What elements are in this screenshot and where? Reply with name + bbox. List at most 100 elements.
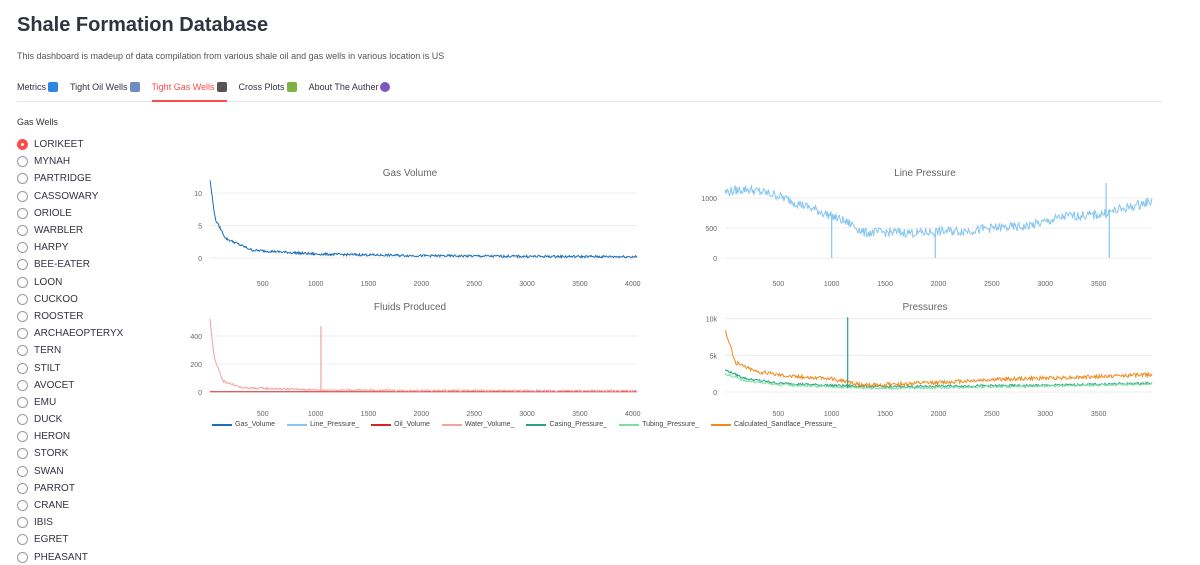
legend-item[interactable]: Calculated_Sandface_Pressure_ xyxy=(711,421,836,428)
radio-button[interactable] xyxy=(17,328,28,340)
legend-label: Oil_Volume xyxy=(394,421,430,428)
y-tick-label: 0 xyxy=(198,256,202,263)
legend-label: Calculated_Sandface_Pressure_ xyxy=(734,421,837,428)
radio-option-lorikeet[interactable]: LORIKEET xyxy=(17,136,123,153)
radio-label: ARCHAEOPTERYX xyxy=(34,328,124,340)
radio-button[interactable] xyxy=(17,242,28,254)
radio-option-emu[interactable]: EMU xyxy=(17,394,123,411)
x-tick-label: 1000 xyxy=(824,281,840,288)
radio-button[interactable] xyxy=(17,345,28,357)
radio-label: HARPY xyxy=(34,242,69,254)
radio-option-rooster[interactable]: ROOSTER xyxy=(17,308,123,325)
radio-option-harpy[interactable]: HARPY xyxy=(17,239,123,256)
radio-option-avocet[interactable]: AVOCET xyxy=(17,377,123,394)
radio-option-ibis[interactable]: IBIS xyxy=(17,514,123,531)
radio-button[interactable] xyxy=(17,207,28,219)
radio-option-parrot[interactable]: PARROT xyxy=(17,480,123,497)
radio-button[interactable] xyxy=(17,465,28,477)
radio-option-mynah[interactable]: MYNAH xyxy=(17,153,123,170)
radio-option-duck[interactable]: DUCK xyxy=(17,411,123,428)
tab-cross-plots[interactable]: Cross Plots xyxy=(239,78,297,102)
radio-button[interactable] xyxy=(17,379,28,391)
tab-tight-oil-wells[interactable]: Tight Oil Wells xyxy=(70,78,140,102)
radio-option-cassowary[interactable]: CASSOWARY xyxy=(17,188,123,205)
legend-swatch xyxy=(441,423,462,426)
y-tick-label: 1000 xyxy=(701,196,717,203)
radio-button[interactable] xyxy=(17,396,28,408)
x-tick-label: 1000 xyxy=(308,411,324,418)
x-tick-label: 1500 xyxy=(361,281,377,288)
radio-option-oriole[interactable]: ORIOLE xyxy=(17,205,123,222)
radio-option-stork[interactable]: STORK xyxy=(17,445,123,462)
x-tick-label: 2000 xyxy=(414,281,430,288)
radio-option-heron[interactable]: HERON xyxy=(17,428,123,445)
radio-button[interactable] xyxy=(17,293,28,305)
x-tick-label: 1000 xyxy=(824,411,840,418)
radio-option-stilt[interactable]: STILT xyxy=(17,359,123,376)
radio-option-warbler[interactable]: WARBLER xyxy=(17,222,123,239)
legend-item[interactable]: Water_Volume_ xyxy=(441,421,515,428)
globe-emoji-icon xyxy=(380,82,391,92)
radio-button[interactable] xyxy=(17,431,28,443)
radio-button[interactable] xyxy=(17,190,28,202)
tab-label: Cross Plots xyxy=(238,82,285,92)
radio-option-archaeopteryx[interactable]: ARCHAEOPTERYX xyxy=(17,325,123,342)
x-tick-label: 3500 xyxy=(1091,281,1107,288)
legend-item[interactable]: Gas_Volume xyxy=(212,421,275,428)
page-title: Shale Formation Database xyxy=(17,14,269,36)
y-tick-label: 5 xyxy=(198,224,202,231)
gas-volume-plot: 0 5 10 500 1000 1500 2000 2500 3000 3500 4000 xyxy=(194,180,641,288)
radio-label: AVOCET xyxy=(34,379,75,391)
radio-option-egret[interactable]: EGRET xyxy=(17,531,123,548)
radio-option-pheasant[interactable]: PHEASANT xyxy=(17,549,123,565)
radio-button[interactable] xyxy=(17,482,28,494)
radio-option-swan[interactable]: SWAN xyxy=(17,463,123,480)
radio-button[interactable] xyxy=(17,225,28,237)
radio-button[interactable] xyxy=(17,173,28,185)
radio-button[interactable] xyxy=(17,534,28,546)
radio-option-tern[interactable]: TERN xyxy=(17,342,123,359)
chart-pressures: Pressures 0 5k 10k 500 1000 1500 2000 2500 3000 3… xyxy=(690,295,1160,420)
radio-button[interactable] xyxy=(17,259,28,271)
legend-label: Water_Volume_ xyxy=(464,421,515,428)
chart-title: Fluids Produced xyxy=(373,302,447,313)
x-tick-label: 4000 xyxy=(625,411,641,418)
radio-option-crane[interactable]: CRANE xyxy=(17,497,123,514)
radio-option-bee-eater[interactable]: BEE-EATER xyxy=(17,256,123,273)
radio-option-partridge[interactable]: PARTRIDGE xyxy=(17,170,123,187)
x-tick-label: 3000 xyxy=(519,281,535,288)
legend-item[interactable]: Oil_Volume xyxy=(371,421,430,428)
legend-item[interactable]: Line_Pressure_ xyxy=(287,421,359,428)
series-line-water-volume xyxy=(209,318,638,393)
legend-item[interactable]: Tubing_Pressure_ xyxy=(619,421,699,428)
radio-label: BEE-EATER xyxy=(34,259,90,271)
radio-option-loon[interactable]: LOON xyxy=(17,274,123,291)
radio-label: PHEASANT xyxy=(34,551,88,563)
legend-swatch xyxy=(619,423,640,426)
tab-metrics[interactable]: Metrics xyxy=(17,78,58,102)
legend-label: Casing_Pressure_ xyxy=(549,421,608,428)
radio-button[interactable] xyxy=(17,139,28,151)
radio-button[interactable] xyxy=(17,500,28,512)
radio-button[interactable] xyxy=(17,310,28,322)
legend-item[interactable]: Casing_Pressure_ xyxy=(526,421,607,428)
tab-label: Tight Oil Wells xyxy=(70,82,128,92)
x-tick-label: 3500 xyxy=(572,411,588,418)
radio-button[interactable] xyxy=(17,414,28,426)
tab-tight-gas-wells[interactable]: Tight Gas Wells xyxy=(151,78,227,102)
legend-swatch xyxy=(212,423,232,426)
gas-wells-label: Gas Wells xyxy=(17,117,58,127)
radio-button[interactable] xyxy=(17,156,28,168)
radio-button[interactable] xyxy=(17,276,28,288)
radio-button[interactable] xyxy=(17,362,28,374)
tab-about-the-auther[interactable]: About The Auther xyxy=(309,78,391,102)
legend-swatch xyxy=(371,423,392,426)
y-tick-label: 500 xyxy=(705,226,717,233)
radio-option-cuckoo[interactable]: CUCKOO xyxy=(17,291,123,308)
series-line-gas-volume xyxy=(209,180,638,260)
radio-button[interactable] xyxy=(17,517,28,529)
radio-button[interactable] xyxy=(17,448,28,460)
x-tick-label: 500 xyxy=(772,411,784,418)
radio-button[interactable] xyxy=(17,551,28,563)
radio-label: WARBLER xyxy=(34,225,84,237)
